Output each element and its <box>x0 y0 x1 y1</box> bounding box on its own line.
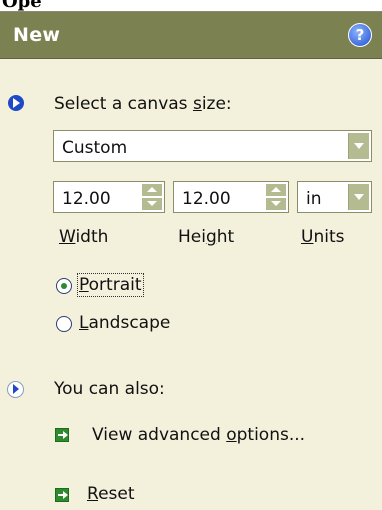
height-label: Height <box>178 227 235 247</box>
canvas-size-value: Custom <box>62 138 128 158</box>
units-value: in <box>306 189 322 209</box>
chevron-down-icon[interactable] <box>348 184 369 210</box>
height-input[interactable]: 12.00 <box>173 181 289 213</box>
spin-up-icon[interactable] <box>142 184 162 196</box>
reset-link[interactable]: Reset <box>87 484 135 504</box>
you-can-also-label: You can also: <box>54 379 165 399</box>
window-top-strip: Ope <box>0 0 382 12</box>
pane-title: New <box>13 24 61 46</box>
height-value: 12.00 <box>182 189 231 209</box>
section-expanded-icon[interactable] <box>8 95 24 111</box>
spin-down-icon[interactable] <box>142 198 162 210</box>
arrow-right-icon <box>55 428 69 442</box>
view-advanced-options-link[interactable]: View advanced options... <box>92 425 305 445</box>
arrow-right-icon <box>55 488 69 502</box>
units-select[interactable]: in <box>297 181 372 213</box>
canvas-size-select[interactable]: Custom <box>53 130 372 162</box>
width-spinner[interactable] <box>142 184 162 210</box>
chevron-down-icon[interactable] <box>348 133 369 159</box>
units-label: Units <box>301 227 345 247</box>
width-value: 12.00 <box>62 189 111 209</box>
canvas-size-section-label: Select a canvas size: <box>54 94 232 114</box>
spin-up-icon[interactable] <box>266 184 286 196</box>
width-label: Width <box>59 227 109 247</box>
spin-down-icon[interactable] <box>266 198 286 210</box>
portrait-label[interactable]: Portrait <box>77 273 144 297</box>
width-input[interactable]: 12.00 <box>53 181 165 213</box>
help-icon[interactable]: ? <box>348 23 372 47</box>
landscape-radio[interactable] <box>56 316 72 332</box>
portrait-radio[interactable] <box>56 278 72 294</box>
height-spinner[interactable] <box>266 184 286 210</box>
section-collapsed-icon[interactable] <box>7 381 24 398</box>
landscape-label[interactable]: Landscape <box>79 313 170 333</box>
task-pane-header: New ? <box>0 12 382 59</box>
